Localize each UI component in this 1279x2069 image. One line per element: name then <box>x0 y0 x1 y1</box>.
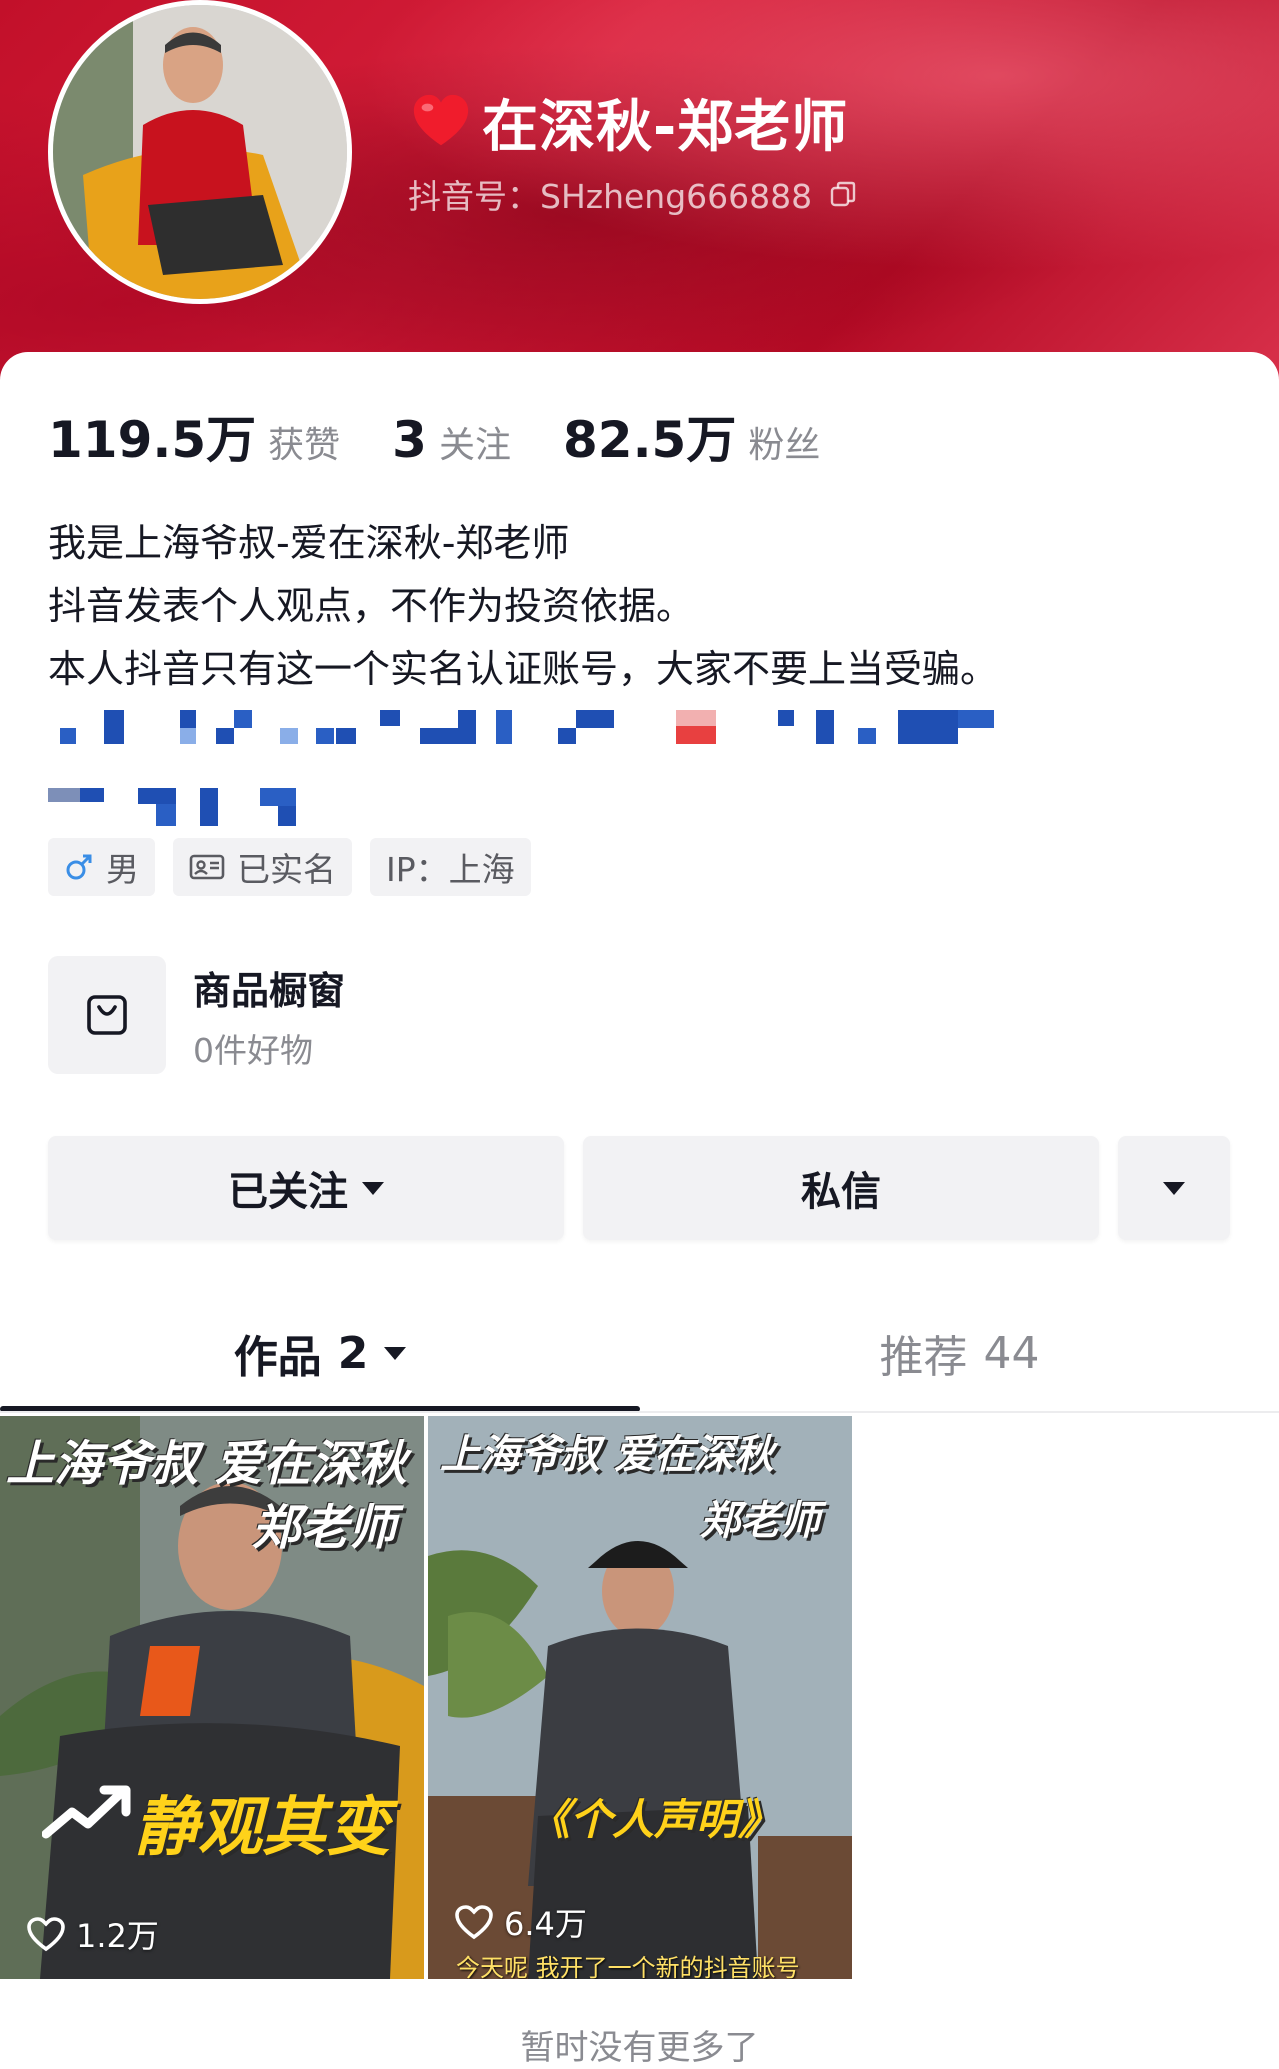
shop-window-entry[interactable]: 商品橱窗 0件好物 <box>48 956 648 1076</box>
tab-recommend-count: 44 <box>983 1327 1040 1379</box>
video-thumbnail[interactable]: 上海爷叔 爱在深秋 郑老师 静观其变 1.2万 <box>0 1416 424 1979</box>
message-button-label: 私信 <box>801 1169 881 1215</box>
followers-label: 粉丝 <box>748 425 821 466</box>
tab-recommend[interactable]: 推荐 44 <box>640 1300 1279 1406</box>
bio-line: 抖音发表个人观点，不作为投资依据。 <box>48 584 695 628</box>
following-stat[interactable]: 3 关注 <box>392 411 511 469</box>
ip-tag: IP：上海 <box>370 838 531 896</box>
no-more-content-text: 暂时没有更多了 <box>520 2028 759 2068</box>
douyin-id-row: 抖音号：SHzheng666888 <box>408 172 858 216</box>
more-options-button[interactable] <box>1118 1136 1230 1240</box>
nickname: 在深秋-郑老师 <box>482 94 849 160</box>
likes-stat: 119.5万 获赞 <box>48 400 340 472</box>
likes-label: 获赞 <box>268 425 341 466</box>
video-subtitle-text: 今天呢 我开了一个新的抖音账号 <box>456 1954 800 1979</box>
stats-row: 119.5万 获赞 3 关注 82.5万 粉丝 <box>48 400 872 469</box>
video-cover-title: 上海爷叔 爱在深秋 <box>6 1436 407 1492</box>
caret-down-icon <box>1163 1181 1185 1195</box>
video-cover-title: 上海爷叔 爱在深秋 <box>440 1432 774 1478</box>
message-button[interactable]: 私信 <box>583 1136 1099 1240</box>
tab-works-count: 2 <box>337 1327 369 1379</box>
shop-icon-box <box>48 956 166 1074</box>
heart-outline-icon <box>455 1905 493 1940</box>
copy-icon[interactable] <box>828 179 858 209</box>
avatar-photo <box>53 5 347 299</box>
verified-tag: 已实名 <box>173 838 352 896</box>
tab-recommend-label: 推荐 <box>879 1332 968 1383</box>
following-button[interactable]: 已关注 <box>48 1136 564 1240</box>
video-cover-caption: 《个人声明》 <box>528 1795 781 1844</box>
redacted-bio-mosaic <box>48 700 1008 830</box>
following-button-label: 已关注 <box>228 1169 348 1215</box>
likes-count: 119.5万 <box>48 411 257 469</box>
video-thumbnail[interactable]: 上海爷叔 爱在深秋 郑老师 《个人声明》 今天呢 我开了一个新的抖音账号 6.4… <box>428 1416 852 1979</box>
tab-works-label: 作品 <box>233 1332 322 1383</box>
gender-label: 男 <box>106 850 139 889</box>
caret-down-icon <box>384 1346 407 1360</box>
heart-outline-icon <box>27 1917 65 1952</box>
followers-stat[interactable]: 82.5万 粉丝 <box>563 400 820 472</box>
video-like-row: 1.2万 <box>26 1911 159 1957</box>
video-like-count: 6.4万 <box>504 1905 587 1943</box>
video-cover-subtitle: 郑老师 <box>700 1498 820 1544</box>
nickname-row: 在深秋-郑老师 <box>410 82 848 162</box>
ip-label: IP：上海 <box>386 850 515 889</box>
douyin-id: 抖音号：SHzheng666888 <box>408 177 813 216</box>
bio: 我是上海爷叔-爱在深秋-郑老师 抖音发表个人观点，不作为投资依据。 本人抖音只有… <box>48 512 1228 701</box>
tab-works[interactable]: 作品 2 <box>0 1300 640 1406</box>
bio-line: 我是上海爷叔-爱在深秋-郑老师 <box>48 521 570 565</box>
heart-emoji-icon <box>413 94 469 146</box>
shop-title: 商品橱窗 <box>193 969 346 1013</box>
following-label: 关注 <box>438 425 511 466</box>
caret-down-icon <box>362 1181 384 1195</box>
gender-tag: 男 <box>48 838 155 896</box>
avatar[interactable] <box>48 0 352 304</box>
trend-arrow-icon <box>42 1785 131 1839</box>
profile-tags: 男 已实名 IP：上海 <box>48 838 531 896</box>
following-count: 3 <box>392 411 427 469</box>
verified-label: 已实名 <box>237 850 336 889</box>
bio-line: 本人抖音只有这一个实名认证账号，大家不要上当受骗。 <box>48 647 999 691</box>
shopping-bag-icon <box>87 995 127 1035</box>
video-like-row: 6.4万 <box>454 1899 587 1945</box>
video-cover-subtitle: 郑老师 <box>252 1500 397 1556</box>
shop-subtitle: 0件好物 <box>193 1031 313 1070</box>
video-cover-caption: 静观其变 <box>134 1791 390 1865</box>
id-card-icon <box>189 854 225 880</box>
video-like-count: 1.2万 <box>76 1917 159 1955</box>
content-tabs: 作品 2 推荐 44 <box>0 1300 1279 1412</box>
male-icon <box>66 854 92 880</box>
tabs-divider <box>0 1411 1279 1413</box>
followers-count: 82.5万 <box>562 411 737 469</box>
